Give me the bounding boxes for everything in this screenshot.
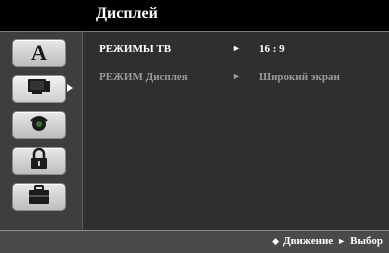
menu-row-label: РЕЖИМЫ ТВ xyxy=(99,43,172,55)
nav-language-button[interactable]: A xyxy=(12,39,66,67)
lock-icon xyxy=(29,147,49,175)
footer-bar: ◆ Движение ► Выбор xyxy=(0,230,389,253)
letter-a-icon: A xyxy=(31,40,47,65)
nav-lock-button[interactable] xyxy=(12,147,66,175)
settings-panel xyxy=(82,31,389,231)
page-title: Дисплей xyxy=(96,5,158,22)
menu-row-tv-mode[interactable]: РЕЖИМЫ ТВ ► 16 : 9 xyxy=(99,43,379,59)
select-icon: ► xyxy=(337,236,347,246)
right-arrow-icon: ► xyxy=(232,71,241,81)
move-icon: ◆ xyxy=(272,235,280,246)
menu-row-display-mode[interactable]: РЕЖИМ Дисплея ► Широкий экран xyxy=(99,71,379,87)
briefcase-icon xyxy=(27,184,51,210)
settings-screen: Дисплей A РЕЖИМЫ ТВ ► 16: 9 РЕЖИМ Диспл… xyxy=(0,0,389,253)
navigation-hint: ◆ Движение ► Выбор xyxy=(272,235,383,247)
nav-other-button[interactable] xyxy=(12,183,66,211)
menu-row-value: 16 : 9 xyxy=(259,43,285,55)
active-nav-arrow-icon xyxy=(67,84,73,92)
title-bar: Дисплей xyxy=(0,0,389,31)
right-arrow-icon: ► xyxy=(232,43,241,53)
tv-icon xyxy=(26,78,52,101)
nav-audio-button[interactable] xyxy=(12,111,66,139)
move-label: Движение xyxy=(283,235,334,247)
select-label: Выбор xyxy=(350,235,383,247)
audio-icon xyxy=(28,113,50,138)
menu-row-value: Широкий экран xyxy=(259,71,340,83)
nav-display-button[interactable] xyxy=(12,75,66,103)
menu-row-label: РЕЖИМ Дисплея xyxy=(99,71,188,83)
